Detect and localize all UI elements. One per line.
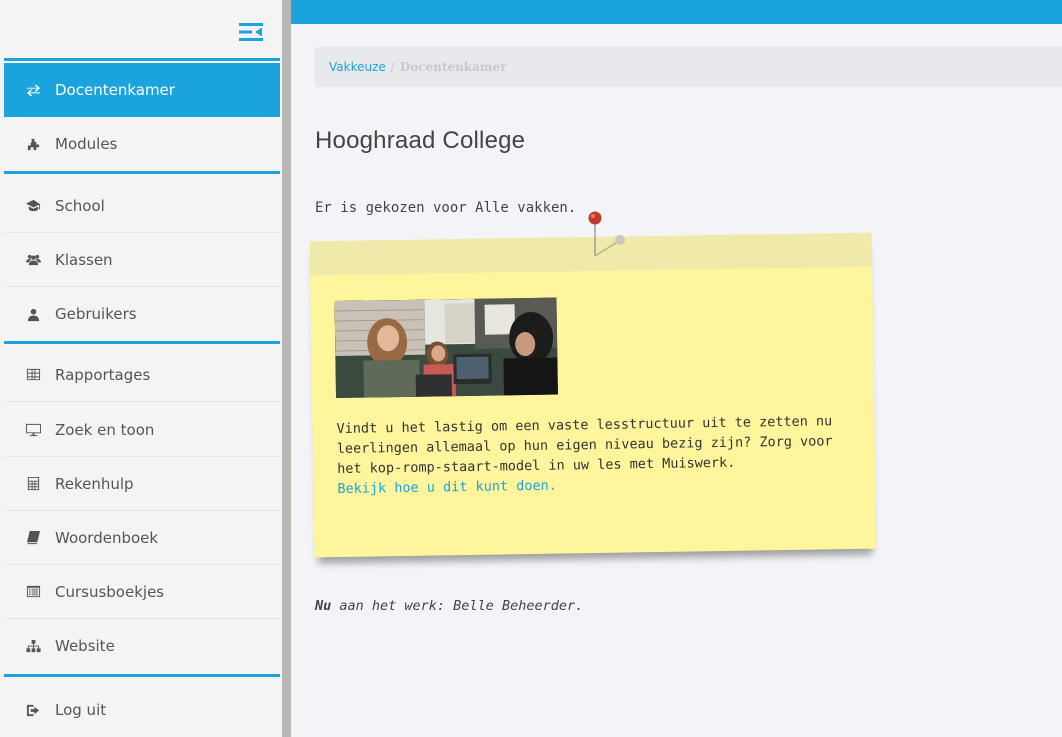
- page-title: Hooghraad College: [315, 127, 526, 154]
- sidebar-item-zoek-en-toon[interactable]: Zoek en toon: [4, 403, 280, 457]
- sidebar-item-modules[interactable]: Modules: [4, 117, 280, 171]
- note-text: Vindt u het lastig om een vaste lesstruc…: [336, 411, 837, 499]
- breadcrumb: Vakkeuze / Docentenkamer: [315, 47, 1062, 87]
- monitor-icon: [25, 422, 41, 438]
- sidebar-item-label: School: [55, 196, 105, 215]
- sidebar-item-gebruikers[interactable]: Gebruikers: [4, 287, 280, 341]
- puzzle-icon: [25, 136, 41, 152]
- breadcrumb-current: Docentenkamer: [399, 60, 507, 74]
- sidebar-item-label: Rekenhulp: [55, 474, 134, 493]
- breadcrumb-link-vakkeuze[interactable]: Vakkeuze: [329, 60, 386, 74]
- sidebar-item-cursusboekjes[interactable]: Cursusboekjes: [4, 565, 280, 619]
- sticky-note: Vindt u het lastig om een vaste lesstruc…: [309, 232, 877, 558]
- sidebar-item-rapportages[interactable]: Rapportages: [4, 348, 280, 402]
- sidebar-item-label: Gebruikers: [55, 305, 137, 323]
- status-line-rest: aan het werk: Belle Beheerder.: [331, 598, 584, 614]
- breadcrumb-separator: /: [390, 60, 395, 74]
- note-link[interactable]: Bekijk hoe u dit kunt doen.: [337, 478, 557, 497]
- sidebar-separator: [4, 58, 280, 61]
- sidebar-item-label: Woordenboek: [55, 528, 159, 547]
- user-icon: [25, 306, 41, 322]
- graduation-cap-icon: [25, 198, 41, 214]
- exchange-icon: [25, 82, 41, 98]
- sidebar-item-label: Rapportages: [55, 365, 151, 384]
- sidebar-item-label: Docentenkamer: [55, 81, 175, 99]
- sidebar-separator: [4, 341, 280, 344]
- sidebar-item-label: Cursusboekjes: [55, 582, 165, 601]
- sidebar: Docentenkamer Modules School Klassen Geb…: [0, 0, 282, 737]
- status-line: Nu aan het werk: Belle Beheerder.: [315, 598, 583, 614]
- sidebar-item-klassen[interactable]: Klassen: [4, 233, 280, 287]
- pushpin-icon: [585, 210, 625, 260]
- status-line-strong: Nu: [315, 598, 332, 614]
- sidebar-item-website[interactable]: Website: [4, 619, 280, 673]
- sidebar-item-log-uit[interactable]: Log uit: [4, 683, 280, 737]
- sidebar-item-label: Zoek en toon: [55, 420, 155, 439]
- table-icon: [25, 367, 41, 383]
- sidebar-separator: [4, 171, 280, 174]
- list-alt-icon: [25, 584, 41, 600]
- sidebar-item-docentenkamer[interactable]: Docentenkamer: [4, 63, 280, 117]
- sidebar-item-rekenhulp[interactable]: Rekenhulp: [4, 457, 280, 511]
- sidebar-separator: [4, 674, 280, 677]
- sidebar-header: [0, 0, 282, 58]
- sidebar-item-label: Modules: [55, 135, 118, 153]
- sign-out-icon: [25, 702, 41, 718]
- choice-text: Er is gekozen voor Alle vakken.: [315, 200, 577, 216]
- sidebar-item-label: Website: [55, 637, 115, 655]
- sidebar-item-woordenboek[interactable]: Woordenboek: [4, 511, 280, 565]
- sidebar-item-label: Klassen: [55, 250, 113, 269]
- note-message: Vindt u het lastig om een vaste lesstruc…: [336, 413, 833, 478]
- top-bar: [291, 0, 1062, 24]
- sitemap-icon: [25, 638, 41, 654]
- sidebar-gutter: [282, 0, 291, 737]
- calculator-icon: [25, 476, 41, 492]
- sidebar-item-school[interactable]: School: [4, 179, 280, 233]
- book-icon: [25, 530, 41, 546]
- sidebar-item-label: Log uit: [55, 701, 107, 719]
- users-icon: [25, 252, 41, 268]
- note-photo: [334, 297, 558, 399]
- menu-collapse-icon[interactable]: [239, 22, 263, 42]
